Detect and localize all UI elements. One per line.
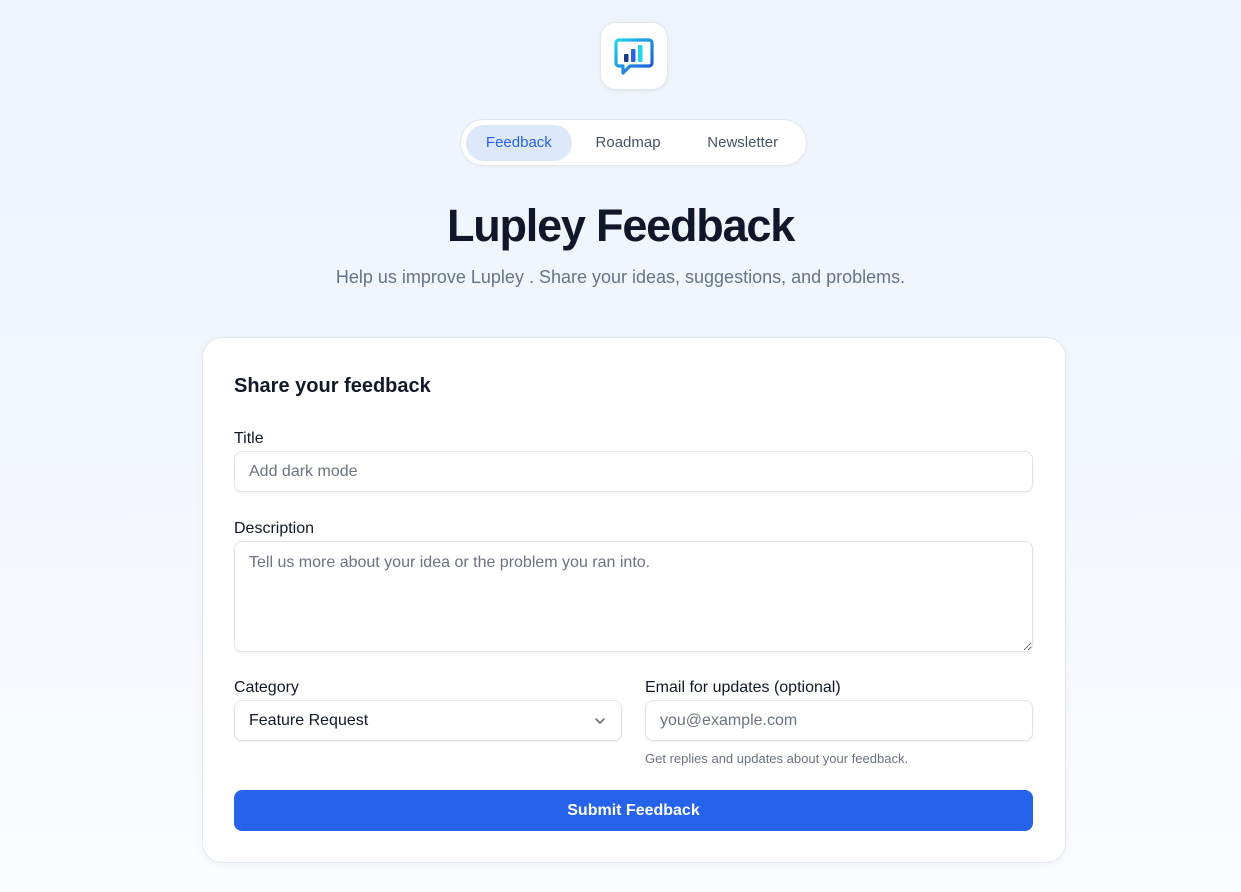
page-title: Lupley Feedback	[446, 200, 795, 251]
feedback-form-card: Share your feedback Title Description Ca…	[202, 337, 1066, 863]
category-label: Category	[234, 679, 299, 696]
email-help-text: Get replies and updates about your feedb…	[645, 751, 909, 766]
description-label: Description	[234, 520, 315, 537]
category-selected-value: Feature Request	[249, 711, 369, 729]
chevron-down-icon	[595, 717, 605, 724]
chat-bar-chart-icon	[614, 38, 654, 75]
email-label: Email for updates (optional)	[645, 679, 841, 696]
title-label: Title	[234, 430, 264, 447]
submit-feedback-button[interactable]: Submit Feedback	[234, 790, 1033, 831]
title-input[interactable]	[234, 451, 1033, 492]
page-subtitle: Help us improve Lupley . Share your idea…	[335, 267, 906, 287]
tab-roadmap[interactable]: Roadmap	[576, 125, 681, 161]
app-logo	[600, 22, 668, 90]
email-input[interactable]	[645, 700, 1033, 741]
category-select[interactable]: Feature Request	[234, 700, 622, 741]
tab-feedback[interactable]: Feedback	[466, 124, 572, 161]
description-textarea[interactable]	[234, 541, 1033, 652]
form-heading: Share your feedback	[234, 375, 431, 397]
tab-newsletter[interactable]: Newsletter	[684, 125, 801, 161]
top-nav: Feedback Roadmap Newsletter	[460, 119, 807, 166]
